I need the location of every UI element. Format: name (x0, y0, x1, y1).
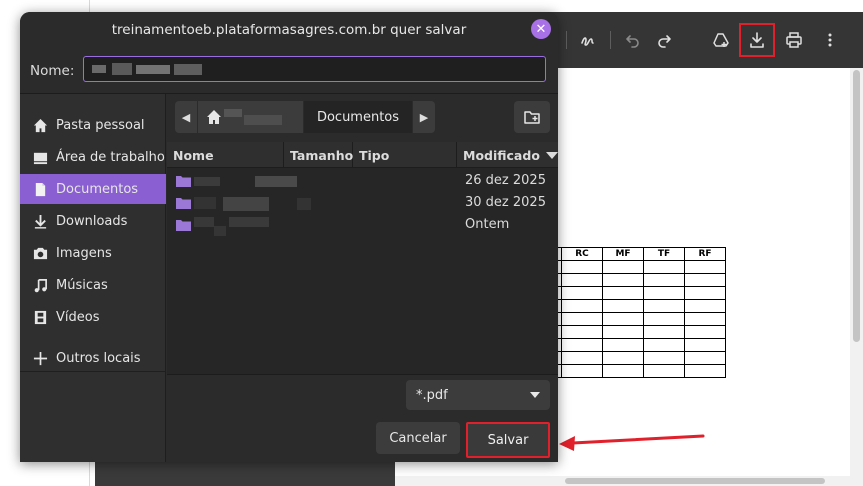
draw-signature-icon[interactable] (575, 27, 601, 53)
sidebar-item-label: Documentos (56, 181, 139, 197)
redo-icon[interactable] (651, 27, 677, 53)
scrollbar-thumb[interactable] (565, 478, 825, 484)
toolbar-separator (566, 31, 567, 49)
folder-icon (176, 176, 191, 187)
sidebar-item-label: Área de trabalho (56, 149, 165, 165)
red-arrow-annotation (559, 434, 705, 451)
close-button[interactable]: ✕ (531, 19, 551, 39)
redacted-text (255, 176, 297, 187)
redacted-text (229, 217, 269, 227)
download-icon (32, 213, 48, 229)
redacted-text (136, 65, 170, 74)
download-icon (750, 32, 764, 48)
column-size[interactable]: Tamanho (284, 142, 353, 168)
column-modified[interactable]: Modificado (457, 142, 558, 168)
file-modified: 30 dez 2025 (465, 195, 546, 210)
film-icon (32, 309, 48, 325)
more-options-icon[interactable] (817, 27, 843, 53)
name-label: Nome: (30, 63, 75, 79)
save-file-dialog: treinamentoeb.plataformasagres.com.br qu… (20, 12, 558, 462)
vertical-scrollbar[interactable] (850, 68, 863, 486)
camera-icon (32, 245, 48, 261)
folder-icon (176, 220, 191, 231)
redacted-text (194, 197, 216, 209)
sidebar-item-videos[interactable]: Vídeos (20, 302, 166, 332)
close-icon: ✕ (535, 21, 547, 37)
column-name[interactable]: Nome (167, 142, 284, 168)
dialog-titlebar: treinamentoeb.plataformasagres.com.br qu… (20, 12, 558, 48)
sidebar-item-label: Outros locais (56, 350, 141, 366)
drive-add-icon[interactable] (708, 27, 734, 53)
sidebar-item-pictures[interactable]: Imagens (20, 238, 166, 268)
file-row[interactable]: 30 dez 2025 (167, 192, 558, 214)
toolbar-separator (610, 31, 611, 49)
file-modified: Ontem (465, 217, 510, 232)
sidebar-item-documents[interactable]: Documentos (20, 174, 166, 204)
redacted-text (214, 226, 226, 236)
column-modified-label: Modificado (463, 147, 540, 163)
sidebar-item-label: Vídeos (56, 309, 100, 325)
redacted-text (92, 65, 106, 73)
grade-table: RC MF TF RF (557, 247, 726, 378)
home-icon (32, 117, 48, 133)
places-sidebar: Pasta pessoal Área de trabalho Documento… (20, 94, 166, 462)
path-current-button[interactable]: Documentos (304, 101, 412, 133)
new-folder-icon (524, 111, 540, 124)
sidebar-item-downloads[interactable]: Downloads (20, 206, 166, 236)
download-button[interactable] (739, 23, 775, 57)
home-icon (207, 110, 221, 124)
file-type-filter[interactable]: *.pdf (406, 380, 550, 410)
horizontal-scrollbar[interactable] (395, 476, 850, 486)
scrollbar-thumb[interactable] (853, 70, 860, 342)
redacted-text (244, 115, 282, 125)
file-modified: 26 dez 2025 (465, 173, 546, 188)
path-back-button[interactable]: ◀ (175, 101, 197, 133)
folder-icon (176, 198, 191, 209)
path-home-button[interactable] (198, 101, 303, 133)
redacted-text (174, 64, 202, 75)
new-folder-button[interactable] (514, 101, 550, 133)
redacted-text (194, 217, 214, 227)
column-type[interactable]: Tipo (353, 142, 457, 168)
sidebar-item-label: Imagens (56, 245, 112, 261)
desktop-icon (32, 149, 48, 165)
cancel-button[interactable]: Cancelar (376, 422, 460, 454)
sidebar-item-label: Músicas (56, 277, 108, 293)
table-header-cell: TF (643, 247, 685, 261)
dialog-title: treinamentoeb.plataformasagres.com.br qu… (111, 22, 467, 38)
music-icon (32, 277, 48, 293)
save-button[interactable]: Salvar (466, 422, 550, 458)
undo-icon[interactable] (620, 27, 646, 53)
path-forward-button[interactable]: ▶ (413, 101, 435, 133)
sidebar-item-music[interactable]: Músicas (20, 270, 166, 300)
redacted-text (224, 109, 242, 117)
file-row[interactable]: Ontem (167, 214, 558, 236)
chevron-right-icon: ▶ (419, 110, 429, 124)
document-icon (32, 181, 48, 197)
redacted-text (194, 177, 220, 186)
sidebar-item-other-locations[interactable]: Outros locais (20, 343, 166, 373)
redacted-text (112, 63, 132, 75)
filename-input[interactable] (83, 56, 546, 82)
file-list-header: Nome Tamanho Tipo Modificado (167, 142, 558, 168)
file-list-footer-divider (167, 374, 558, 375)
sidebar-item-home[interactable]: Pasta pessoal (20, 110, 166, 140)
sidebar-item-desktop[interactable]: Área de trabalho (20, 142, 166, 172)
chevron-down-icon (530, 392, 540, 398)
plus-icon (32, 350, 48, 366)
redacted-text (297, 198, 311, 210)
file-list: Nome Tamanho Tipo Modificado 26 dez 2025… (167, 142, 558, 374)
print-icon[interactable] (781, 27, 807, 53)
table-header-cell: RF (684, 247, 726, 261)
chevron-left-icon: ◀ (181, 110, 191, 124)
file-row[interactable]: 26 dez 2025 (167, 170, 558, 192)
table-header-cell: RC (561, 247, 603, 261)
table-header-cell: MF (602, 247, 644, 261)
sort-descending-icon (545, 151, 558, 159)
sidebar-item-label: Downloads (56, 213, 128, 229)
sidebar-item-label: Pasta pessoal (56, 117, 145, 133)
filter-value: *.pdf (416, 387, 448, 403)
redacted-text (223, 197, 269, 211)
